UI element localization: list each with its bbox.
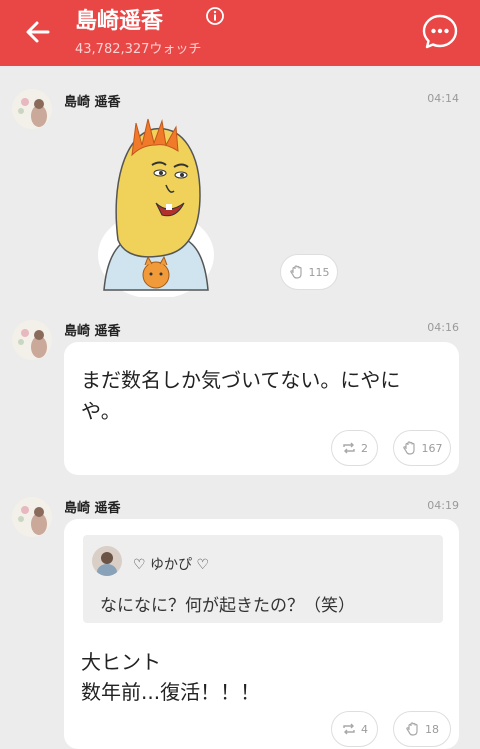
avatar-image <box>12 89 52 129</box>
avatar[interactable] <box>12 89 52 129</box>
repost-count: 4 <box>361 722 368 736</box>
chat-bubble-icon[interactable] <box>421 13 459 51</box>
quoted-message[interactable]: ♡ ゆかぴ ♡ なになに？何が起きたの？（笑） <box>83 535 443 623</box>
back-arrow-icon[interactable] <box>22 16 54 48</box>
post-time: 04:19 <box>427 499 459 512</box>
clap-icon <box>402 441 415 455</box>
like-count: 18 <box>425 722 439 736</box>
info-icon[interactable] <box>205 6 225 26</box>
post-item: 島崎 遥香 04:16 まだ数名しか気づいてない。にやに や。 2 167 <box>0 306 480 489</box>
post-item: 島崎 遥香 04:14 115 <box>0 66 480 306</box>
like-button[interactable]: 18 <box>393 711 451 747</box>
message-text-line1: 大ヒント <box>81 650 161 674</box>
clap-icon <box>289 265 302 279</box>
like-count: 115 <box>308 265 330 279</box>
clap-icon <box>406 722 418 736</box>
message-text-line1: まだ数名しか気づいてない。にやに <box>81 368 401 392</box>
quote-author: ♡ ゆかぴ ♡ <box>133 557 210 573</box>
repost-icon <box>343 442 355 454</box>
message-card: ♡ ゆかぴ ♡ なになに？何が起きたの？（笑） 大ヒント 数年前...復活！！！… <box>64 519 459 749</box>
message-text-line2: や。 <box>81 399 121 423</box>
avatar[interactable] <box>12 320 52 360</box>
message-card: まだ数名しか気づいてない。にやに や。 2 167 <box>64 342 459 475</box>
like-button[interactable]: 115 <box>280 254 338 290</box>
app-header: 島崎遥香 43,782,327ウォッチ <box>0 0 480 66</box>
repost-button[interactable]: 2 <box>331 430 378 466</box>
quote-text: なになに？何が起きたの？（笑） <box>100 596 355 616</box>
sticker-image[interactable] <box>96 115 216 297</box>
avatar[interactable] <box>12 497 52 537</box>
page-title: 島崎遥香 <box>75 9 164 34</box>
avatar-image <box>12 320 52 360</box>
like-button[interactable]: 167 <box>393 430 451 466</box>
quote-avatar <box>92 546 122 576</box>
repost-count: 2 <box>361 441 368 455</box>
like-count: 167 <box>421 441 443 455</box>
message-text-line2: 数年前...復活！！！ <box>81 680 261 704</box>
post-item: 島崎 遥香 04:19 ♡ ゆかぴ ♡ なになに？何が起きたの？（笑） 大ヒント… <box>0 489 480 749</box>
author-name: 島崎 遥香 <box>64 324 121 339</box>
repost-button[interactable]: 4 <box>331 711 378 747</box>
author-name: 島崎 遥香 <box>64 501 121 516</box>
watch-count: 43,782,327ウォッチ <box>75 42 202 57</box>
post-time: 04:14 <box>427 92 459 105</box>
post-time: 04:16 <box>427 321 459 334</box>
author-name: 島崎 遥香 <box>64 95 121 110</box>
repost-icon <box>343 723 355 735</box>
avatar-image <box>12 497 52 537</box>
